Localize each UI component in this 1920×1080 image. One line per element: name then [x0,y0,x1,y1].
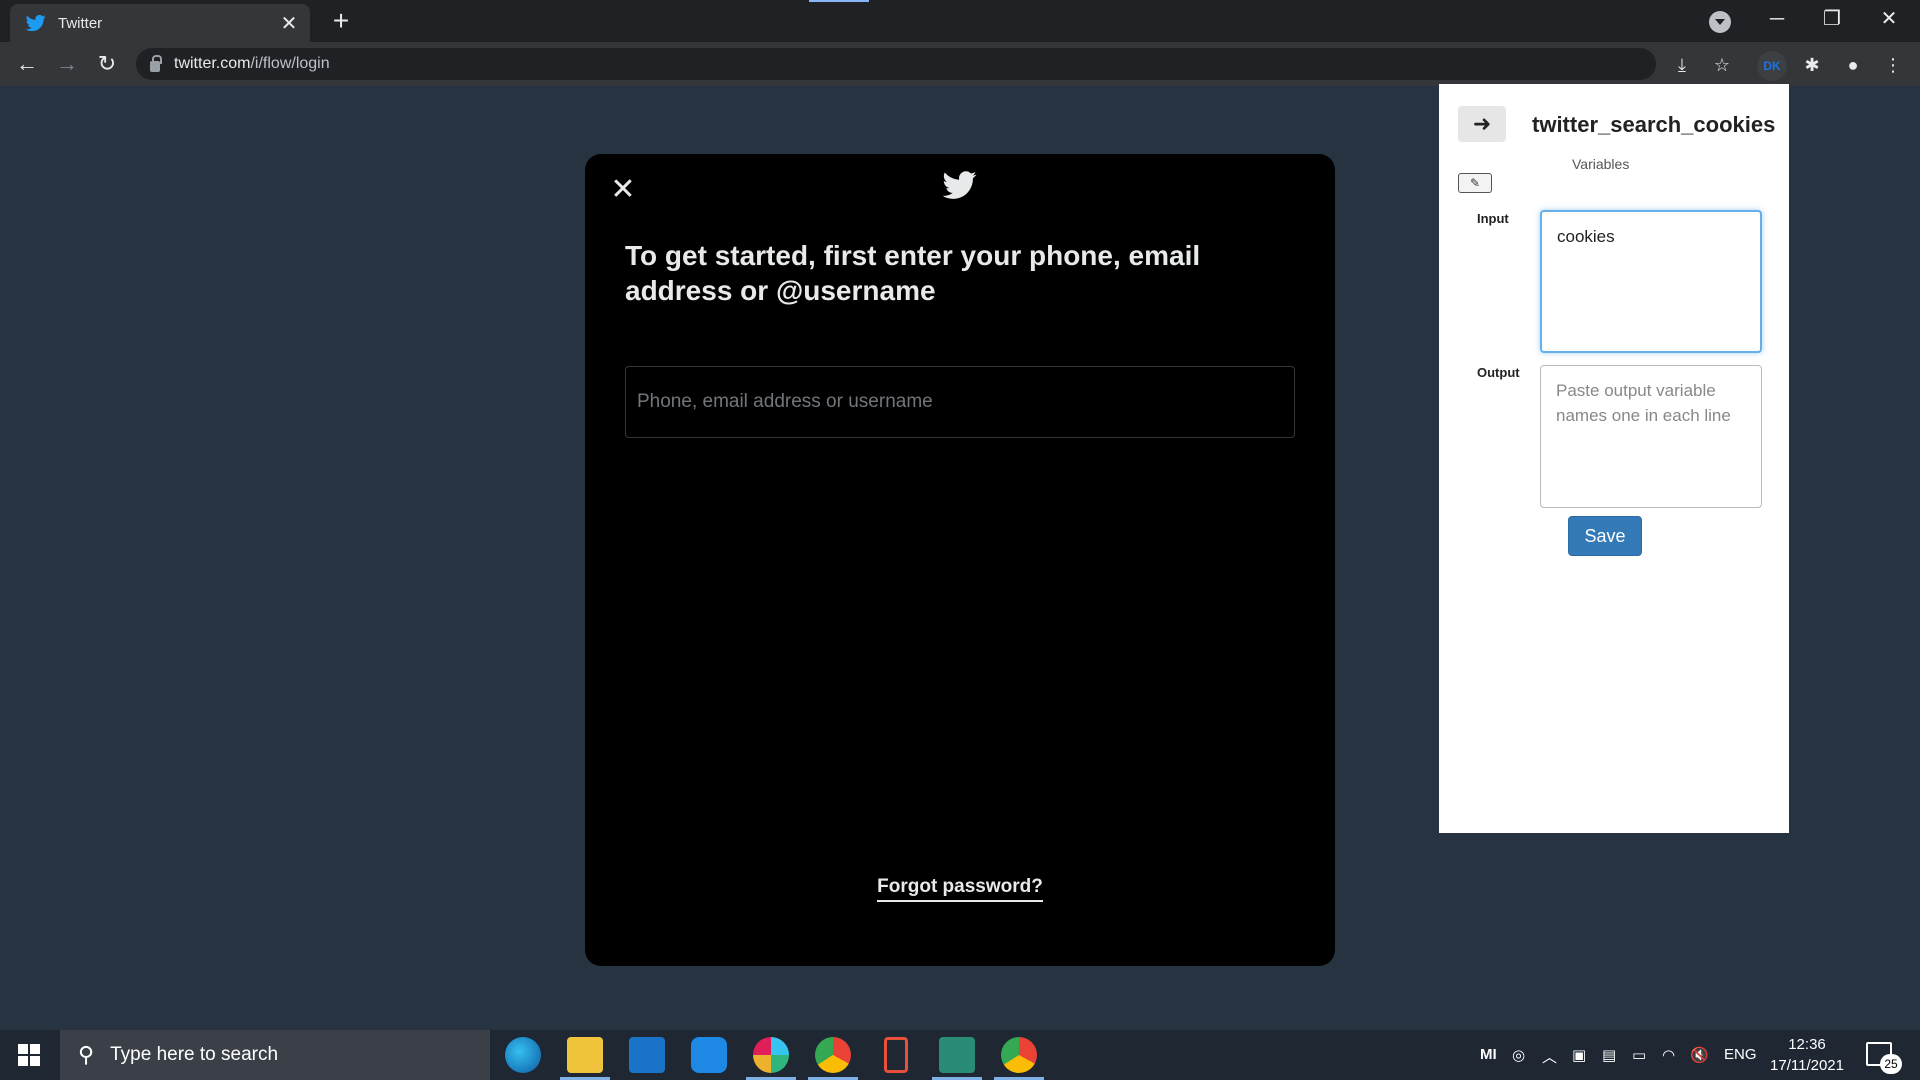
output-variables-textarea[interactable] [1540,365,1762,508]
taskbar-clock[interactable]: 12:36 17/11/2021 [1764,1034,1850,1076]
forgot-password-link[interactable]: Forgot password? [877,876,1043,902]
reload-button[interactable]: ↻ [92,49,122,79]
edge-icon[interactable] [505,1037,541,1073]
tray-display-icon[interactable]: ▤ [1602,1046,1616,1064]
menu-kebab-icon[interactable]: ⋮ [1880,52,1906,78]
extension-dk-icon[interactable]: DK [1757,51,1787,81]
forward-button[interactable]: → [52,49,82,79]
tab-title: Twitter [58,14,103,32]
tab-search-button[interactable] [1709,11,1731,33]
tab-activity-indicator [809,0,869,2]
phone-email-username-input[interactable] [625,366,1295,438]
taskbar-search-box[interactable]: ⚲ Type here to search [60,1030,490,1080]
url-host: twitter.com [174,55,251,72]
notification-count-badge: 25 [1880,1054,1902,1074]
chrome-active-icon[interactable] [1001,1037,1037,1073]
twitter-favicon-icon [26,14,46,32]
mail-icon[interactable] [629,1037,665,1073]
wifi-icon[interactable]: ◠ [1662,1046,1675,1064]
app-window-icon[interactable] [939,1037,975,1073]
tray-chevron-up-icon[interactable]: ︿ [1542,1046,1557,1067]
extensions-puzzle-icon[interactable]: ✱ [1799,52,1825,78]
windows-taskbar: ⚲ Type here to search MI ◎ ︿ ▣ ▤ ▭ ◠ 🔇 E… [0,1030,1920,1080]
tray-mi-icon[interactable]: MI [1480,1046,1497,1063]
clock-time: 12:36 [1788,1036,1826,1053]
chrome-icon[interactable] [815,1037,851,1073]
file-explorer-icon[interactable] [567,1037,603,1073]
language-indicator[interactable]: ENG [1724,1046,1757,1063]
login-heading: To get started, first enter your phone, … [625,240,1201,306]
window-close-button[interactable]: ✕ [1869,4,1909,34]
tab-close-icon[interactable]: ✕ [278,11,300,36]
twitter-bird-icon [942,171,977,199]
login-modal: ✕ To get started, first enter your phone… [585,154,1335,966]
tab-strip: Twitter ✕ + ─ ❐ ✕ [0,0,1920,42]
battery-icon[interactable]: ▭ [1632,1046,1646,1064]
input-variables-textarea[interactable]: cookies [1540,210,1762,353]
extension-subtitle: Variables [1572,156,1630,172]
back-arrow-icon[interactable]: ➜ [1458,106,1506,142]
search-icon: ⚲ [78,1042,95,1067]
browser-tab[interactable]: Twitter ✕ [10,4,310,42]
save-button[interactable]: Save [1568,516,1642,556]
restore-button[interactable]: ❐ [1812,4,1852,34]
clock-date: 17/11/2021 [1770,1057,1844,1074]
store-icon[interactable] [691,1037,727,1073]
taskbar-search-placeholder: Type here to search [110,1044,279,1065]
install-app-icon[interactable]: ⤓ [1669,52,1695,78]
extension-popup: ➜ twitter_search_cookies Variables ✎ Inp… [1439,84,1789,833]
minimize-button[interactable]: ─ [1757,4,1797,34]
bookmark-star-icon[interactable]: ☆ [1709,52,1735,78]
slack-icon[interactable] [753,1037,789,1073]
extension-title: twitter_search_cookies [1532,112,1776,137]
new-tab-button[interactable]: + [326,7,356,35]
edit-icon[interactable]: ✎ [1458,173,1492,193]
output-label: Output [1477,365,1520,380]
back-button[interactable]: ← [12,49,42,79]
forgot-password-row: Forgot password? [585,876,1335,902]
lock-icon[interactable] [150,54,162,72]
profile-icon[interactable]: ● [1840,52,1866,78]
url-text: twitter.com/i/flow/login [174,55,330,73]
url-path: /i/flow/login [250,55,330,72]
address-bar[interactable]: twitter.com/i/flow/login [136,48,1656,80]
tray-sync-icon[interactable]: ◎ [1512,1046,1525,1064]
tray-device-icon[interactable]: ▣ [1572,1046,1586,1064]
volume-muted-icon[interactable]: 🔇 [1690,1046,1709,1064]
windows-start-icon[interactable] [18,1044,40,1066]
phone-link-icon[interactable] [884,1037,908,1073]
input-label: Input [1477,211,1509,226]
browser-toolbar: ← → ↻ twitter.com/i/flow/login ⤓ ☆ DK ✱ … [0,42,1920,86]
modal-close-icon[interactable]: ✕ [605,172,641,208]
